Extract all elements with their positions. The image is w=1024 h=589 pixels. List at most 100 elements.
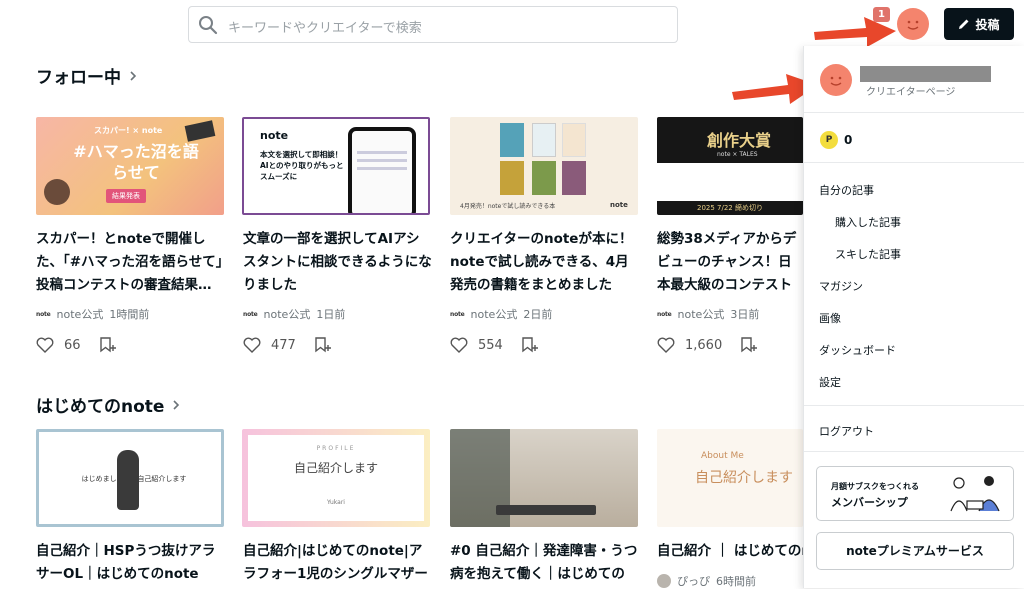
post-time: 2日前 [523, 308, 553, 321]
author-avatar: note [450, 310, 465, 318]
card-title[interactable]: スカパー！とnoteで開催した、「#ハマった沼を語らせて」投稿コンテストの審査結… [36, 228, 226, 298]
card-author[interactable]: ぴっぴ 6時間前 [657, 573, 756, 589]
search-placeholder: キーワードやクリエイターで検索 [228, 21, 422, 36]
card-thumbnail[interactable]: note 本文を選択して即相談！AIとのやり取りがもっとスムーズに [242, 117, 430, 215]
thumb-note-logo: note [260, 129, 289, 142]
card-thumbnail[interactable] [450, 429, 638, 527]
thumb-headline: 本文を選択して即相談！AIとのやり取りがもっとスムーズに [260, 150, 344, 181]
card-thumbnail[interactable]: スカパー! × note #ハマった沼を語らせて 結果発表 [36, 117, 224, 215]
thumb-caption: 4月発売！noteで試し読みできる本 [460, 203, 556, 210]
thumb-headline: 自己紹介します [695, 470, 793, 486]
bookmark-add-icon[interactable] [99, 337, 117, 353]
heart-icon[interactable] [36, 337, 54, 353]
bookmark-add-icon[interactable] [314, 337, 332, 353]
author-avatar: note [243, 310, 258, 318]
like-count: 554 [478, 337, 503, 353]
card-author[interactable]: note note公式 3日前 [657, 306, 759, 322]
creator-page-link[interactable]: クリエイターページ [866, 83, 955, 98]
menu-item-settings[interactable]: 設定 [819, 374, 841, 390]
card-thumbnail[interactable]: PROFILE 自己紹介します Yukari [242, 429, 430, 527]
menu-avatar[interactable] [820, 64, 852, 96]
thumb-top-text: スカパー! × note [94, 126, 163, 135]
people-illustration-icon [950, 476, 1000, 512]
pencil-icon [959, 19, 969, 29]
card-thumbnail[interactable]: 4月発売！noteで試し読みできる本 note [450, 117, 638, 215]
thumb-headline: 自己紹介します [293, 461, 378, 475]
header-avatar[interactable] [897, 8, 929, 40]
card-author[interactable]: note note公式 2日前 [450, 306, 552, 322]
menu-item-purchased[interactable]: 購入した記事 [835, 214, 901, 230]
bookmark-add-icon[interactable] [740, 337, 758, 353]
card-title[interactable]: #0 自己紹介｜発達障害・うつ病を抱えて働く｜はじめての [450, 540, 640, 588]
like-count: 66 [64, 337, 81, 353]
menu-item-images[interactable]: 画像 [819, 310, 841, 326]
card-title[interactable]: 文章の一部を選択してAIアシスタントに相談できるようになりました [243, 228, 433, 298]
card-author[interactable]: note note公式 1時間前 [36, 306, 149, 322]
chevron-right-icon [130, 70, 137, 81]
thumb-author: Yukari [327, 499, 345, 506]
author-name: note公式 [263, 308, 311, 321]
card-title[interactable]: 自己紹介｜HSPうつ抜けアラサーOL｜はじめてのnote [36, 540, 226, 588]
illustration-person-icon [44, 179, 70, 205]
arrow-pointer-icon [814, 17, 896, 47]
section-title-following[interactable]: フォロー中 [36, 63, 139, 88]
clapperboard-icon [184, 120, 216, 142]
redacted-username [860, 66, 991, 82]
like-count: 1,660 [685, 337, 723, 353]
thumb-headline: 創作大賞 [707, 131, 772, 150]
illustration-person-icon [117, 450, 139, 510]
author-name: note公式 [470, 308, 518, 321]
points-value[interactable]: 0 [844, 133, 852, 147]
author-name: ぴっぴ [677, 575, 710, 588]
card-stats: 477 [243, 337, 332, 353]
heart-icon[interactable] [450, 337, 468, 353]
menu-item-logout[interactable]: ログアウト [819, 423, 874, 439]
post-button[interactable]: 投稿 [944, 8, 1014, 40]
thumb-badge: 結果発表 [106, 189, 146, 203]
premium-service-button[interactable]: noteプレミアムサービス [816, 532, 1014, 570]
menu-item-dashboard[interactable]: ダッシュボード [819, 342, 896, 358]
post-time: 6時間前 [716, 575, 756, 588]
card-stats: 1,660 [657, 337, 758, 353]
post-time: 1時間前 [109, 308, 150, 321]
laptop-icon [496, 505, 596, 515]
card-title[interactable]: クリエイターのnoteが本に！noteで試し読みできる、4月発売の書籍をまとめま… [450, 228, 640, 298]
points-icon: P [820, 131, 838, 149]
menu-item-magazine[interactable]: マガジン [819, 278, 863, 294]
post-time: 1日前 [316, 308, 346, 321]
thumb-subtitle: note × TALES [717, 151, 758, 158]
membership-line2: メンバーシップ [831, 496, 908, 509]
card-author[interactable]: note note公式 1日前 [243, 306, 345, 322]
card-title[interactable]: 自己紹介 ｜ はじめてのn [657, 540, 803, 564]
author-name: note公式 [56, 308, 104, 321]
heart-icon[interactable] [657, 337, 675, 353]
thumb-top-text: About Me [701, 451, 744, 461]
chevron-right-icon [173, 399, 180, 410]
section-title-first-note[interactable]: はじめてのnote [36, 392, 182, 417]
section-title-text: はじめてのnote [36, 397, 165, 417]
card-stats: 554 [450, 337, 539, 353]
post-label: 投稿 [975, 17, 1000, 32]
card-title[interactable]: 自己紹介|はじめてのnote|アラフォー1児のシングルマザー [243, 540, 433, 588]
bookmark-add-icon[interactable] [521, 337, 539, 353]
card-thumbnail[interactable]: はじめまして 自己紹介します [36, 429, 224, 527]
thumb-top-text: PROFILE [316, 445, 356, 452]
phone-mockup [348, 127, 416, 213]
card-stats: 66 [36, 337, 117, 353]
membership-banner[interactable]: 月額サブスクをつくれる メンバーシップ [816, 466, 1014, 521]
thumb-headline: #ハマった沼を語らせて [73, 142, 199, 182]
card-thumbnail[interactable]: 創作大賞 note × TALES 2025 7/22 締め切り [657, 117, 803, 215]
card-title[interactable]: 総勢38メディアからデビューのチャンス！日本最大級のコンテスト「#創作大賞20 [657, 228, 803, 298]
like-count: 477 [271, 337, 296, 353]
avatar-face-icon [830, 76, 842, 86]
thumb-note-logo: note [610, 201, 628, 209]
card-thumbnail[interactable]: About Me 自己紹介します [657, 429, 803, 527]
search-input[interactable]: キーワードやクリエイターで検索 [188, 6, 678, 43]
post-time: 3日前 [730, 308, 760, 321]
menu-item-my-articles[interactable]: 自分の記事 [819, 182, 874, 198]
search-icon [199, 16, 218, 35]
account-menu: クリエイターページ P 0 自分の記事 購入した記事 スキした記事 マガジン 画… [803, 46, 1024, 588]
heart-icon[interactable] [243, 337, 261, 353]
menu-item-liked[interactable]: スキした記事 [835, 246, 901, 262]
author-avatar [657, 574, 671, 588]
